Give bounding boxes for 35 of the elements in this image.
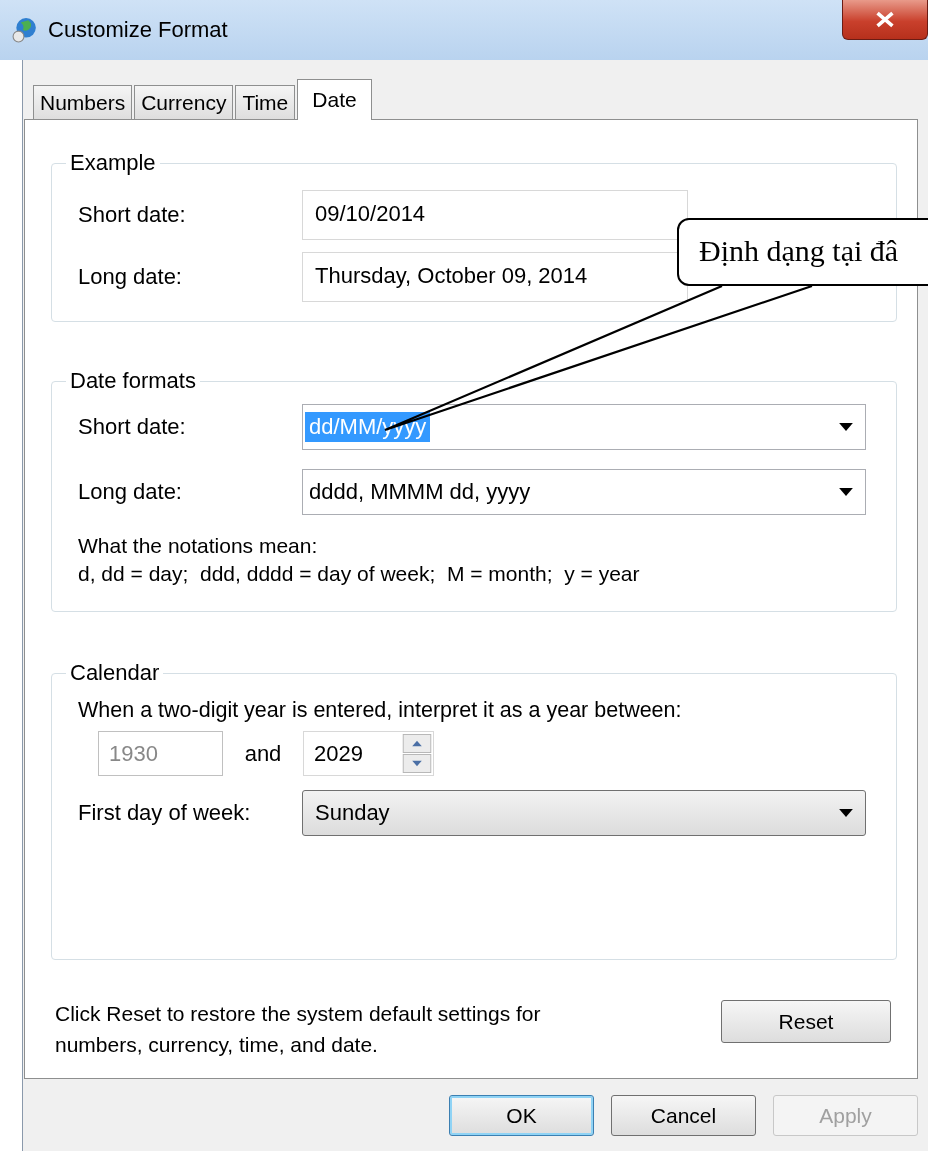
field-label: First day of week: xyxy=(78,800,252,826)
field-label: Short date: xyxy=(78,202,187,228)
caret-icon xyxy=(839,809,853,817)
dialog-button[interactable]: Cancel xyxy=(611,1095,756,1136)
reset-button[interactable]: Reset xyxy=(721,1000,891,1043)
tab[interactable]: Time xyxy=(235,85,296,119)
caret-icon xyxy=(839,488,853,496)
callout-text: Định dạng tại đâ xyxy=(699,234,899,267)
field-label: Long date: xyxy=(78,264,183,290)
format-combo[interactable]: dddd, MMMM dd, yyyy xyxy=(302,469,866,515)
group-title: Example xyxy=(69,150,157,176)
dialog-button[interactable]: OK xyxy=(449,1095,594,1136)
close-button[interactable] xyxy=(842,0,928,40)
field-label: Short date: xyxy=(78,414,187,440)
group-title: Calendar xyxy=(69,660,161,686)
window-title: Customize Format xyxy=(48,17,228,43)
tab[interactable]: Numbers xyxy=(33,85,133,119)
notation-text: d, dd = day; ddd, dddd = day of week; M = month; y = year xyxy=(78,562,641,586)
close-icon xyxy=(874,11,896,28)
tab[interactable]: Currency xyxy=(134,85,234,119)
example-field: Thursday, October 09, 2014 xyxy=(302,252,688,302)
field-label: Long date: xyxy=(78,479,183,505)
example-field: 09/10/2014 xyxy=(302,190,688,240)
spin-down-icon[interactable] xyxy=(402,754,432,773)
notation-text: What the notations mean: xyxy=(78,534,319,558)
and-label: and xyxy=(243,740,283,767)
day-combo[interactable]: Sunday xyxy=(302,790,866,836)
caret-icon xyxy=(839,423,853,431)
spin-up-icon[interactable] xyxy=(402,734,432,753)
globe-icon xyxy=(12,17,38,43)
group-title: Date formats xyxy=(69,368,197,394)
year-spinner[interactable]: 2029 xyxy=(303,731,434,776)
tab[interactable]: Date xyxy=(297,79,372,120)
prompt-text: When a two-digit year is entered, interpret it as a year between: xyxy=(78,698,683,723)
reset-note: Click Reset to restore the system default settings for numbers, currency, time, and date. xyxy=(55,1001,542,1058)
